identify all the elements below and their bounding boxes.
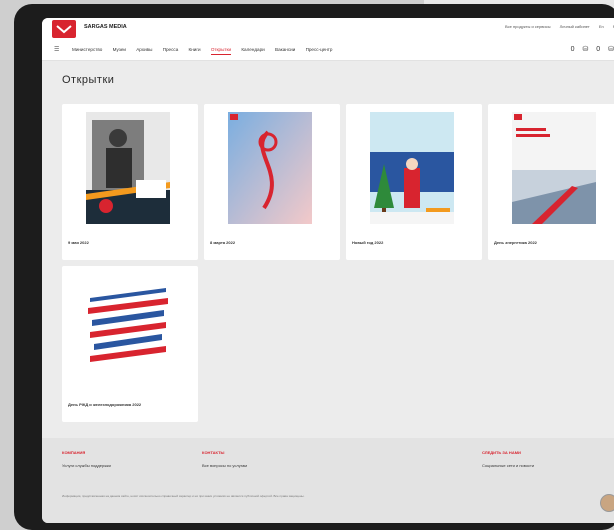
footer-col-company: КОМПАНИЯ Услуги службы поддержки (62, 450, 111, 468)
nav-item-press-center[interactable]: Пресс-центр (306, 47, 333, 52)
postcard-thumbnail[interactable] (228, 112, 312, 224)
nav-item-calendars[interactable]: Календари (241, 47, 264, 52)
top-bar: SARGAS MEDIA Все продукты и сервисы Личн… (42, 18, 614, 40)
footer-link[interactable]: Все вопросы по услугам (202, 463, 247, 468)
nav-item-postcards[interactable]: Открытки (210, 47, 232, 55)
cart-icon[interactable]: ⛁ (582, 46, 588, 53)
postcard-caption[interactable]: 9 мая 2022 (68, 240, 89, 245)
main-nav: ☰ Министерство Музеи Архивы Пресса Книги… (42, 40, 614, 61)
menu-icon[interactable]: ☰ (54, 46, 59, 53)
footer-heading: КОНТАКТЫ (202, 450, 225, 455)
postcard-card[interactable]: День РЖД и железнодорожника 2022 (62, 266, 198, 422)
postcard-thumbnail[interactable] (370, 112, 454, 224)
postcard-thumbnail[interactable] (512, 112, 596, 224)
postcard-card[interactable]: Новый год 2022 (346, 104, 482, 260)
footer-heading: КОМПАНИЯ (62, 450, 86, 455)
postcard-card[interactable]: День энергетика 2022 (488, 104, 614, 260)
footer-link[interactable]: Услуги службы поддержки (62, 463, 111, 468)
footer-fine-print: Информация, представленная на данном сай… (62, 494, 305, 498)
brand-name: SARGAS MEDIA (84, 24, 127, 30)
nav-item-press[interactable]: Пресса (163, 47, 179, 52)
postcard-grid: 9 мая 2022 8 марта 2022 Новый год 2022 Д… (62, 104, 614, 424)
cart-count-2: 0 (596, 46, 601, 53)
lang-en[interactable]: En (599, 24, 604, 29)
cart-count-1: 0 (570, 46, 575, 53)
cart-icon[interactable]: ⛁ (608, 46, 614, 53)
nav-icons: 0 ⛁ 0 ⛁ (565, 45, 614, 53)
chat-avatar-icon[interactable] (600, 494, 614, 512)
page-title: Открытки (62, 74, 115, 86)
postcard-thumbnail[interactable] (86, 112, 170, 224)
postcard-caption[interactable]: День энергетика 2022 (494, 240, 537, 245)
top-link-products[interactable]: Все продукты и сервисы (505, 24, 551, 29)
nav-items: Министерство Музеи Архивы Пресса Книги О… (72, 47, 341, 55)
logo-icon (56, 25, 72, 34)
screen: SARGAS MEDIA Все продукты и сервисы Личн… (42, 18, 614, 523)
nav-item-ministry[interactable]: Министерство (72, 47, 102, 52)
postcard-caption[interactable]: 8 марта 2022 (210, 240, 235, 245)
footer-col-follow: СЛЕДИТЬ ЗА НАМИ Социальные сети и новост… (482, 450, 534, 468)
brand-logo[interactable] (52, 20, 76, 38)
footer: КОМПАНИЯ Услуги службы поддержки КОНТАКТ… (42, 438, 614, 523)
footer-heading: СЛЕДИТЬ ЗА НАМИ (482, 450, 521, 455)
postcard-caption[interactable]: День РЖД и железнодорожника 2022 (68, 402, 141, 407)
postcard-card[interactable]: 9 мая 2022 (62, 104, 198, 260)
nav-item-vacancies[interactable]: Вакансии (275, 47, 295, 52)
nav-item-archives[interactable]: Архивы (136, 47, 152, 52)
footer-col-contacts: КОНТАКТЫ Все вопросы по услугам (202, 450, 247, 468)
nav-item-museums[interactable]: Музеи (113, 47, 126, 52)
top-links: Все продукты и сервисы Личный кабинет En… (497, 24, 614, 29)
footer-link[interactable]: Социальные сети и новости (482, 463, 534, 468)
top-link-account[interactable]: Личный кабинет (560, 24, 590, 29)
tablet-frame: SARGAS MEDIA Все продукты и сервисы Личн… (14, 4, 614, 530)
nav-item-books[interactable]: Книги (189, 47, 201, 52)
postcard-caption[interactable]: Новый год 2022 (352, 240, 383, 245)
postcard-thumbnail[interactable] (86, 274, 170, 386)
postcard-card[interactable]: 8 марта 2022 (204, 104, 340, 260)
